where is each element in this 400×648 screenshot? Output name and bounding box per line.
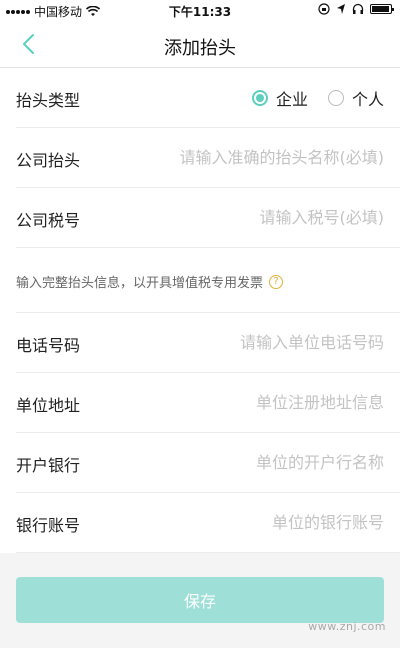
watermark: www.znj.com xyxy=(308,620,386,633)
company-title-label: 公司抬头 xyxy=(16,151,81,170)
phone-row: 电话号码 xyxy=(16,313,400,373)
phone-label: 电话号码 xyxy=(16,336,81,355)
title-type-radio-group: 企业 个人 xyxy=(251,86,384,110)
status-bar: 中国移动 下午11:33 xyxy=(0,0,400,22)
lock-rotation-icon xyxy=(318,3,330,15)
status-right xyxy=(318,3,394,15)
help-icon[interactable]: ? xyxy=(269,274,284,289)
company-title-input[interactable] xyxy=(154,142,384,172)
title-type-row: 抬头类型 企业 个人 xyxy=(16,68,400,128)
vat-hint-row: 输入完整抬头信息，以开具增值税专用发票 ? xyxy=(16,248,400,313)
account-input[interactable] xyxy=(154,507,384,537)
page-title: 添加抬头 xyxy=(164,38,236,59)
account-row: 银行账号 xyxy=(16,493,400,553)
tax-number-label: 公司税号 xyxy=(16,211,81,230)
bank-label: 开户银行 xyxy=(16,456,81,475)
radio-unselected-icon xyxy=(327,90,344,106)
save-button[interactable]: 保存 xyxy=(16,577,384,623)
vat-hint-text: 输入完整抬头信息，以开具增值税专用发票 xyxy=(16,276,264,291)
title-type-label: 抬头类型 xyxy=(16,91,81,110)
address-label: 单位地址 xyxy=(16,396,81,415)
navigation-bar: 添加抬头 xyxy=(0,22,400,68)
radio-selected-icon xyxy=(251,90,268,106)
radio-personal[interactable]: 个人 xyxy=(327,86,384,110)
battery-icon xyxy=(370,4,394,14)
invoice-title-form: 抬头类型 企业 个人 公司抬头 公司税号 输入完整抬头信息，以开具增值税专用发票… xyxy=(0,68,400,553)
tax-number-row: 公司税号 xyxy=(16,188,400,248)
bank-input[interactable] xyxy=(154,447,384,477)
phone-input[interactable] xyxy=(154,327,384,357)
radio-company-label: 企业 xyxy=(275,90,308,109)
location-icon xyxy=(337,4,345,14)
radio-company[interactable]: 企业 xyxy=(251,86,308,110)
headphones-icon xyxy=(352,3,364,14)
bank-row: 开户银行 xyxy=(16,433,400,493)
address-input[interactable] xyxy=(154,387,384,417)
radio-personal-label: 个人 xyxy=(351,90,384,109)
vat-hint: 输入完整抬头信息，以开具增值税专用发票 ? xyxy=(16,272,284,291)
tax-number-input[interactable] xyxy=(154,202,384,232)
account-label: 银行账号 xyxy=(16,516,81,535)
address-row: 单位地址 xyxy=(16,373,400,433)
company-title-row: 公司抬头 xyxy=(16,128,400,188)
